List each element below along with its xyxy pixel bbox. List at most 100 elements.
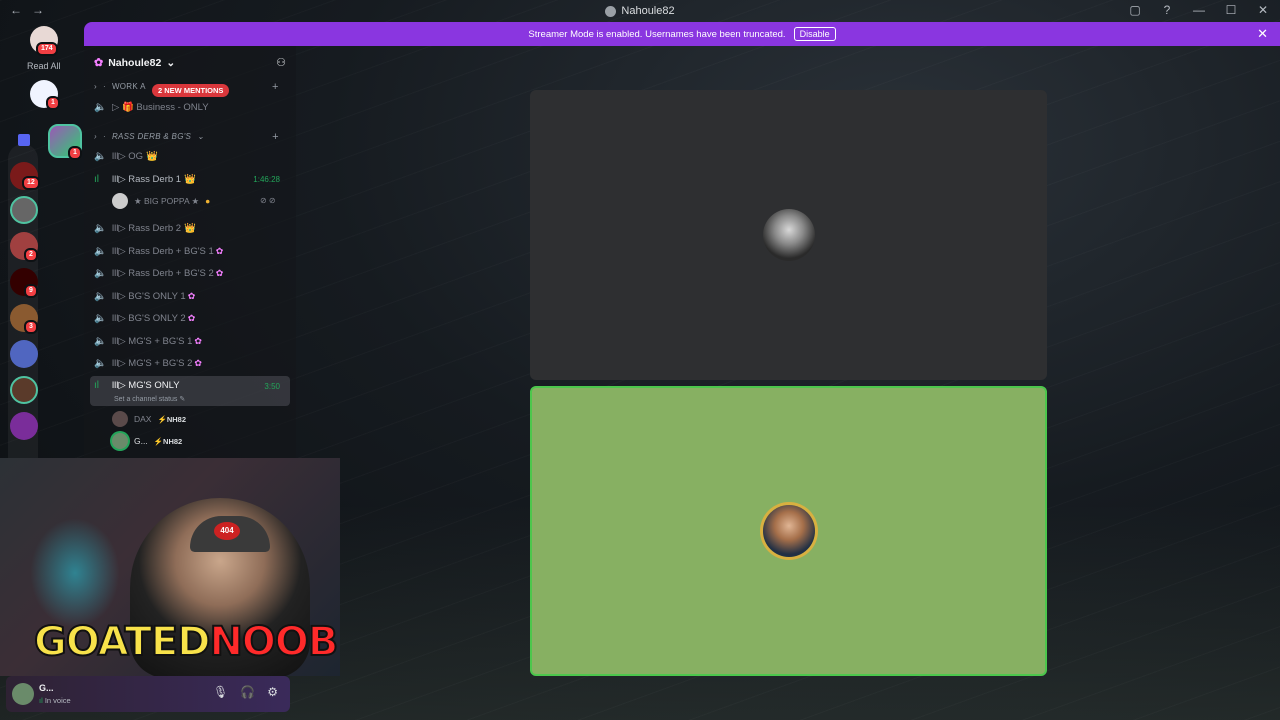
category-label: WORK A — [111, 82, 146, 91]
speaker-icon: 🔈 — [94, 101, 107, 113]
user-panel: G... ıl In voice 🎙 🎧 ⚙ — [6, 676, 290, 712]
logo-part-noobie: NOOBIE — [208, 619, 340, 665]
inbox-icon[interactable]: ▢ — [1128, 3, 1142, 17]
avatar — [112, 433, 128, 449]
channel-mgs-bgs-2[interactable]: 🔈 lll▷ MG'S + BG'S 2 ✿ — [94, 354, 290, 372]
headphones-icon[interactable]: 🎧 — [240, 685, 255, 699]
user-controls: 🎙 🎧 ⚙ — [213, 685, 278, 699]
server-icon-7[interactable] — [10, 376, 38, 404]
speaker-icon: 🔈 — [94, 290, 107, 302]
new-mentions-pill[interactable]: 2 NEW MENTIONS — [152, 84, 230, 97]
folder-badge: 1 — [68, 146, 82, 160]
channel-rass-derb-bgs-1[interactable]: 🔈 lll▷ Rass Derb + BG'S 1 ✿ — [94, 242, 290, 260]
server-badge-1: 12 — [22, 176, 40, 190]
crown-icon: 👑 — [146, 150, 158, 162]
channel-timer: 3:50 — [264, 382, 280, 391]
voice-user-big-poppa[interactable]: ★ BIG POPPA ★ ● — [112, 193, 210, 209]
window-title-text: Nahoule82 — [621, 5, 675, 17]
add-channel-icon[interactable]: + — [272, 81, 279, 93]
muted-deafened-icons: ⊘ ⊘ — [260, 196, 276, 205]
channel-business[interactable]: 🔈 ▷ 🎁 Business - ONLY — [94, 98, 290, 116]
logo-part-goated: GOATED — [33, 619, 211, 665]
video-tile-user-1[interactable] — [530, 90, 1047, 380]
help-icon[interactable]: ? — [1160, 3, 1174, 17]
category-rass-derb[interactable]: › · RASS DERB & BG'S ⌄ + — [94, 131, 278, 143]
channel-rass-derb-2[interactable]: 🔈 lll▷ Rass Derb 2 👑 — [94, 219, 290, 237]
flower-icon: ✿ — [194, 335, 202, 346]
channel-og[interactable]: 🔈 lll▷ OG 👑 — [94, 147, 290, 165]
back-arrow-icon[interactable]: ← — [10, 3, 22, 17]
user-panel-status: ıl In voice — [39, 696, 71, 705]
channel-label: lll▷ MG'S ONLY — [112, 380, 180, 391]
chevron-down-icon: ⌄ — [197, 132, 205, 141]
live-voice-icon: ıl — [94, 380, 99, 391]
forward-arrow-icon[interactable]: → — [32, 3, 44, 17]
title-bar: ← → Nahoule82 ▢ ? — ☐ ✕ — [0, 0, 1280, 22]
emoji-icon: ● — [205, 196, 211, 206]
flower-icon: ✿ — [215, 245, 224, 256]
voice-user-dax[interactable]: DAX ⚡NH82 — [112, 411, 186, 427]
participant-avatar — [762, 209, 815, 261]
channel-mgs-bgs-1[interactable]: 🔈 lll▷ MG'S + BG'S 1 ✿ — [94, 332, 290, 350]
avatar — [112, 411, 128, 427]
folder-icon[interactable] — [18, 134, 30, 146]
voice-user-g[interactable]: G... ⚡NH82 — [112, 433, 182, 449]
server-badge-4: 9 — [24, 284, 38, 298]
add-member-icon[interactable]: ⚇ — [276, 56, 286, 69]
server-name-header[interactable]: ✿ Nahoule82 ⌄ — [94, 56, 175, 70]
flower-icon: ✿ — [215, 267, 224, 278]
server-icon-8[interactable] — [10, 412, 38, 440]
gear-icon[interactable]: ⚙ — [267, 685, 278, 699]
pencil-icon: ✎ — [179, 396, 186, 403]
user-name: ★ BIG POPPA ★ — [134, 195, 200, 206]
channel-bgs-only-2[interactable]: 🔈 lll▷ BG'S ONLY 2 ✿ — [94, 309, 290, 327]
server-name: Nahoule82 — [108, 56, 162, 69]
disable-button[interactable]: Disable — [793, 27, 836, 41]
chevron-right-icon: › — [94, 132, 97, 141]
channel-mgs-only-active[interactable]: ıl lll▷ MG'S ONLY 3:50 Set a channel sta… — [90, 376, 290, 406]
speaker-icon: 🔈 — [94, 312, 107, 324]
channel-label: lll▷ Rass Derb 2 — [112, 222, 182, 234]
close-banner-icon[interactable]: ✕ — [1257, 26, 1268, 42]
channel-label: lll▷ Rass Derb + BG'S 2 — [112, 267, 214, 279]
speaker-icon: 🔈 — [94, 267, 107, 279]
channel-status-prompt[interactable]: Set a channel status ✎ — [114, 395, 185, 403]
avatar — [112, 193, 128, 209]
microphone-icon[interactable]: 🎙 — [213, 685, 228, 699]
channel-label: lll▷ BG'S ONLY 2 — [112, 312, 186, 324]
server-icon-2[interactable] — [10, 196, 38, 224]
minimize-button[interactable]: — — [1192, 3, 1206, 17]
dot-icon: · — [102, 82, 106, 91]
category-work[interactable]: › · WORK A + — [94, 81, 278, 93]
status-text: In voice — [44, 696, 71, 705]
user-name: G... — [134, 436, 148, 446]
channel-label: lll▷ OG — [112, 150, 144, 162]
user-name: DAX — [134, 414, 152, 424]
channel-label: lll▷ MG'S + BG'S 1 — [112, 335, 193, 347]
server-icon-6[interactable] — [10, 340, 38, 368]
channel-rass-derb-bgs-2[interactable]: 🔈 lll▷ Rass Derb + BG'S 2 ✿ — [94, 264, 290, 282]
speaker-icon: 🔈 — [94, 222, 107, 234]
maximize-button[interactable]: ☐ — [1224, 3, 1238, 17]
channel-label: lll▷ MG'S + BG'S 2 — [112, 357, 193, 369]
goatednoobie-logo: GOATEDNOOBIE — [33, 619, 340, 665]
channel-timer: 1:46:28 — [253, 174, 280, 184]
read-all-button[interactable]: Read All — [27, 61, 61, 71]
chevron-right-icon: › — [94, 82, 97, 91]
channel-label: lll▷ Rass Derb + BG'S 1 — [112, 245, 214, 257]
close-window-button[interactable]: ✕ — [1256, 3, 1270, 17]
voice-icon: ıl — [39, 696, 43, 705]
add-channel-icon[interactable]: + — [272, 131, 279, 143]
channel-rass-derb-1[interactable]: ıl lll▷ Rass Derb 1 👑 1:46:28 — [94, 170, 290, 188]
crown-icon: 👑 — [184, 222, 196, 234]
user-panel-name: G... — [39, 683, 54, 693]
status-text: Set a channel status — [114, 396, 178, 403]
speaker-icon: 🔈 — [94, 150, 107, 162]
webcam-overlay: 404 GOATEDNOOBIE — [0, 458, 340, 676]
video-tile-user-2-speaking[interactable] — [530, 386, 1047, 676]
channel-bgs-only-1[interactable]: 🔈 lll▷ BG'S ONLY 1 ✿ — [94, 287, 290, 305]
user-avatar[interactable] — [12, 683, 34, 705]
nav-arrows: ← → — [10, 3, 44, 17]
category-label: RASS DERB & BG'S — [111, 132, 192, 141]
server-badge-3: 2 — [24, 248, 38, 262]
